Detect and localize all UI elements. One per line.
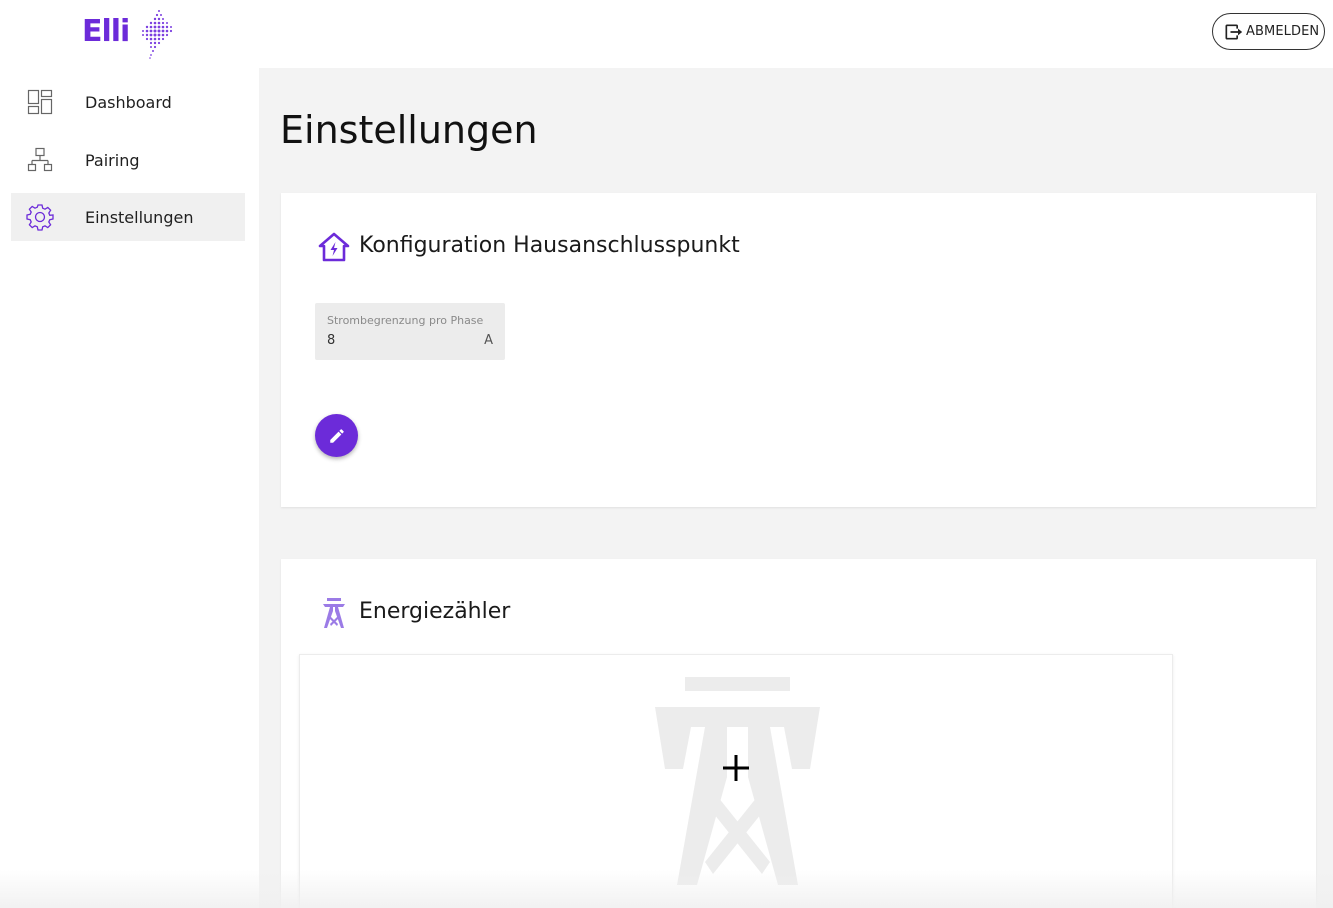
sidebar-item-label: Einstellungen: [85, 207, 194, 227]
logout-button[interactable]: ABMELDEN: [1212, 13, 1325, 50]
sidebar-item-einstellungen[interactable]: Einstellungen: [11, 193, 245, 241]
sidebar-item-dashboard[interactable]: Dashboard: [11, 78, 245, 126]
add-energy-meter-tile[interactable]: [299, 654, 1173, 908]
house-connection-card: Konfiguration Hausanschlusspunkt Strombe…: [281, 193, 1316, 507]
logo-spark-icon: [142, 10, 173, 59]
current-limit-field[interactable]: Strombegrenzung pro Phase 8 A: [315, 303, 505, 360]
field-value: 8: [327, 333, 336, 348]
main-content: Einstellungen Konfiguration Hausanschlus…: [259, 68, 1333, 908]
page-title: Einstellungen: [280, 108, 538, 152]
card-title: Energiezähler: [359, 599, 511, 624]
sidebar-nav: Dashboard Pairing Einstellungen: [0, 68, 259, 908]
pairing-icon: [26, 146, 54, 174]
energy-meter-card: Energiezähler: [281, 559, 1316, 908]
card-title: Konfiguration Hausanschlusspunkt: [359, 233, 740, 258]
app-header: Elli ABMELDEN: [0, 0, 1333, 68]
dashboard-icon: [26, 88, 54, 116]
power-pylon-icon: [323, 598, 345, 628]
sidebar-item-label: Pairing: [85, 150, 140, 170]
logout-icon: [1225, 24, 1243, 39]
sidebar-item-label: Dashboard: [85, 92, 172, 112]
logo-text: Elli: [82, 14, 130, 49]
pencil-icon: [329, 428, 344, 443]
plus-icon: [723, 755, 749, 781]
gear-icon: [26, 203, 54, 231]
logout-label: ABMELDEN: [1246, 24, 1320, 39]
field-unit: A: [484, 333, 493, 348]
elli-logo[interactable]: Elli: [82, 8, 174, 60]
sidebar-item-pairing[interactable]: Pairing: [11, 136, 245, 184]
field-label: Strombegrenzung pro Phase: [327, 314, 484, 327]
edit-button[interactable]: [315, 414, 358, 457]
house-lightning-icon: [318, 232, 350, 262]
